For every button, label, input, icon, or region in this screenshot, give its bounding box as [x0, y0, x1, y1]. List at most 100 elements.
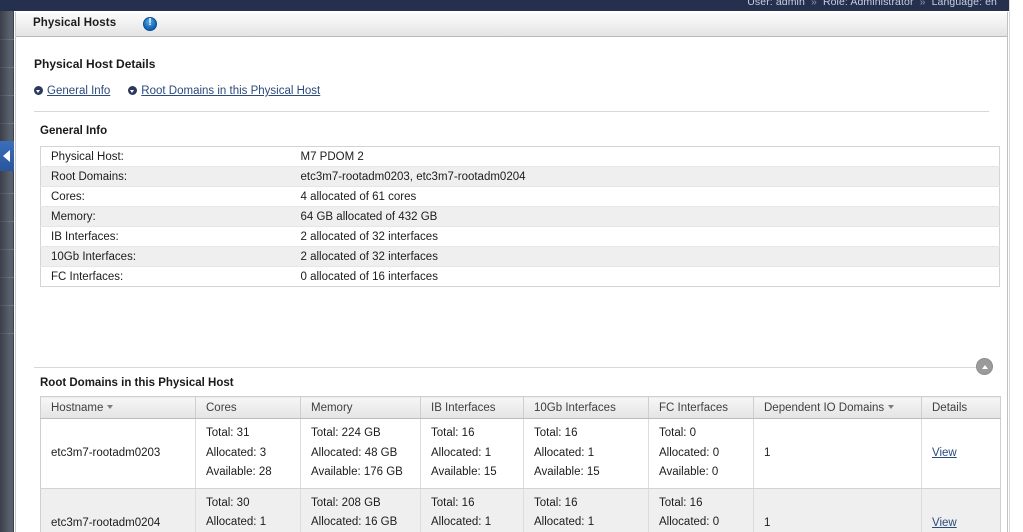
ib-allocated: Allocated: 1	[431, 446, 492, 459]
tengb-allocated: Allocated: 1	[534, 516, 595, 528]
page-tab-bar: Physical Hosts	[16, 12, 1007, 37]
global-header-bar: User: admin » Role: Administrator » Lang…	[0, 0, 1023, 11]
anchor-general-info-label: General Info	[47, 85, 111, 97]
cell-details: View	[921, 418, 1001, 489]
divider-top	[34, 111, 989, 112]
column-header-fc-interfaces-label: FC Interfaces	[659, 401, 729, 414]
general-info-label: Memory:	[40, 206, 291, 227]
table-row: Cores: 4 allocated of 61 cores	[40, 186, 1000, 207]
general-info-label: 10Gb Interfaces:	[40, 246, 291, 267]
cell-dependent-io-domains: 1	[753, 418, 922, 489]
general-info-value: 2 allocated of 32 interfaces	[290, 226, 1000, 247]
general-info-value: etc3m7-rootadm0203, etc3m7-rootadm0204	[290, 166, 1000, 187]
user-label: User: admin	[747, 0, 805, 8]
cores-allocated: Allocated: 3	[206, 446, 267, 459]
memory-allocated: Allocated: 48 GB	[311, 446, 398, 459]
application-window: User: admin » Role: Administrator » Lang…	[0, 0, 1023, 532]
general-info-value: 0 allocated of 16 interfaces	[300, 270, 438, 283]
tengb-total: Total: 16	[534, 496, 578, 509]
root-domains-table: Hostname Cores Memory IB Interfaces 10Gb…	[40, 396, 1001, 532]
column-header-memory[interactable]: Memory	[300, 396, 421, 419]
right-margin-strip	[1009, 0, 1023, 532]
general-info-value: 2 allocated of 32 interfaces	[290, 246, 1000, 267]
table-row[interactable]: etc3m7-rootadm0203 Total: 31 Allocated: …	[40, 418, 1001, 489]
cell-ib-interfaces: Total: 16 Allocated: 1 Available: 15	[420, 488, 524, 532]
main-panel: Physical Hosts Physical Host Details Gen…	[15, 12, 1008, 532]
memory-allocated: Allocated: 16 GB	[311, 516, 398, 528]
cores-available: Available: 28	[206, 466, 272, 478]
chevron-left-icon	[3, 150, 10, 162]
fc-available: Available: 0	[659, 466, 719, 478]
cell-10gb-interfaces: Total: 16 Allocated: 1 Available: 15	[523, 488, 649, 532]
cell-hostname: etc3m7-rootadm0203	[40, 418, 196, 489]
cores-allocated: Allocated: 1	[206, 516, 267, 528]
sort-descending-icon	[107, 404, 114, 409]
memory-total: Total: 224 GB	[311, 427, 381, 439]
column-header-ib-interfaces-label: IB Interfaces	[431, 401, 496, 414]
cell-memory: Total: 208 GB Allocated: 16 GB Available…	[300, 488, 421, 532]
general-info-label: Cores:	[40, 186, 291, 207]
ib-total: Total: 16	[431, 427, 475, 439]
cell-10gb-interfaces: Total: 16 Allocated: 1 Available: 15	[523, 418, 649, 489]
column-header-ib-interfaces[interactable]: IB Interfaces	[420, 396, 524, 419]
divider-middle	[34, 367, 989, 368]
cell-fc-interfaces: Total: 0 Allocated: 0 Available: 0	[648, 418, 754, 489]
column-header-dependent-io-domains[interactable]: Dependent IO Domains	[753, 396, 922, 419]
tengb-total: Total: 16	[534, 427, 578, 439]
column-header-details[interactable]: Details	[921, 396, 1001, 419]
panel-body: Physical Host Details General Info Root …	[16, 37, 1007, 532]
column-header-dependent-io-domains-label: Dependent IO Domains	[764, 401, 885, 414]
fc-total: Total: 16	[659, 496, 703, 509]
general-info-label: FC Interfaces:	[51, 270, 124, 283]
header-separator-1: »	[810, 0, 817, 8]
info-circle-icon[interactable]	[143, 17, 157, 31]
general-info-value: 4 allocated of 61 cores	[290, 186, 1000, 207]
column-header-10gb-interfaces[interactable]: 10Gb Interfaces	[523, 396, 649, 419]
section-heading-general-info: General Info	[40, 125, 108, 137]
cell-dependent-io-domains: 1	[753, 488, 922, 532]
sort-descending-icon	[888, 404, 895, 409]
cell-cores: Total: 31 Allocated: 3 Available: 28	[195, 418, 301, 489]
table-row: 10Gb Interfaces: 2 allocated of 32 inter…	[40, 246, 1000, 267]
table-row: Root Domains: etc3m7-rootadm0203, etc3m7…	[40, 166, 1000, 187]
cores-total: Total: 30	[206, 496, 250, 509]
memory-available: Available: 176 GB	[311, 466, 403, 478]
column-header-memory-label: Memory	[311, 401, 353, 414]
session-info: User: admin » Role: Administrator » Lang…	[747, 0, 997, 8]
column-header-cores-label: Cores	[206, 401, 237, 414]
column-header-hostname-label: Hostname	[51, 401, 104, 414]
header-separator-2: »	[919, 0, 926, 8]
general-info-label: Root Domains:	[40, 166, 291, 187]
ib-allocated: Allocated: 1	[431, 516, 492, 528]
view-details-link[interactable]: View	[932, 447, 957, 459]
column-header-cores[interactable]: Cores	[195, 396, 301, 419]
tab-physical-hosts[interactable]: Physical Hosts	[33, 17, 116, 29]
collapse-section-button[interactable]	[976, 358, 993, 375]
general-info-label: IB Interfaces:	[40, 226, 291, 247]
table-row: IB Interfaces: 2 allocated of 32 interfa…	[40, 226, 1000, 247]
column-header-hostname[interactable]: Hostname	[40, 396, 196, 419]
tengb-available: Available: 15	[534, 466, 600, 478]
table-row[interactable]: etc3m7-rootadm0204 Total: 30 Allocated: …	[40, 488, 1001, 532]
general-info-label: Physical Host:	[40, 146, 291, 167]
chevron-down-circle-icon	[34, 86, 43, 95]
table-row: Memory: 64 GB allocated of 432 GB	[40, 206, 1000, 227]
anchor-link-row: General Info Root Domains in this Physic…	[34, 71, 989, 97]
rail-shadow	[0, 11, 14, 532]
sidebar-collapse-handle[interactable]	[0, 141, 14, 171]
fc-allocated: Allocated: 0	[659, 516, 720, 528]
table-row: Physical Host: M7 PDOM 2	[40, 146, 1000, 167]
fc-total: Total: 0	[659, 427, 697, 439]
tengb-allocated: Allocated: 1	[534, 446, 595, 459]
memory-total: Total: 208 GB	[311, 496, 381, 509]
anchor-root-domains[interactable]: Root Domains in this Physical Host	[128, 85, 320, 97]
column-header-details-label: Details	[932, 401, 968, 414]
column-header-fc-interfaces[interactable]: FC Interfaces	[648, 396, 754, 419]
fc-allocated: Allocated: 0	[659, 446, 720, 459]
page-title: Physical Host Details	[34, 57, 156, 71]
language-label: Language: en	[931, 0, 997, 8]
anchor-general-info[interactable]: General Info	[34, 85, 110, 97]
table-header-row: Hostname Cores Memory IB Interfaces 10Gb…	[40, 396, 1001, 419]
root-domains-section: Root Domains in this Physical Host Hostn…	[34, 377, 1001, 532]
view-details-link[interactable]: View	[932, 517, 957, 529]
